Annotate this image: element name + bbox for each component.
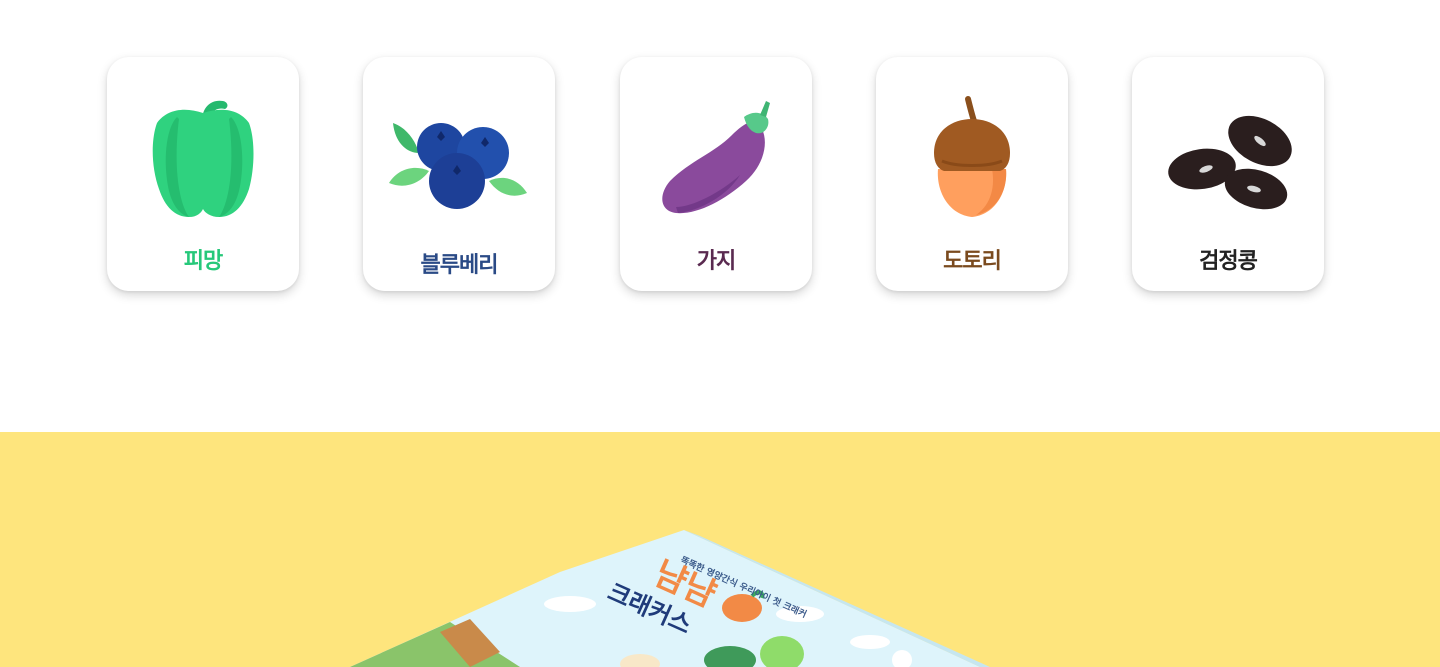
- ingredient-card-black-bean: 검정콩: [1132, 57, 1324, 291]
- ingredient-label: 가지: [696, 249, 736, 274]
- product-banner: 똑똑한 영양간식 우리아이 첫 크래커 냠냠 크래커스: [0, 432, 1440, 667]
- ingredient-cards: 피망 블루베리 가지 도토리 검정콩: [0, 57, 1440, 291]
- ingredient-card-eggplant: 가지: [620, 57, 812, 291]
- ingredient-label: 검정콩: [1199, 249, 1258, 274]
- ingredient-card-pepper: 피망: [107, 57, 299, 291]
- ingredient-card-blueberry: 블루베리: [363, 57, 555, 291]
- product-box-illustration: 똑똑한 영양간식 우리아이 첫 크래커 냠냠 크래커스: [350, 530, 990, 667]
- ingredient-card-acorn: 도토리: [876, 57, 1068, 291]
- ingredient-label: 피망: [183, 249, 223, 274]
- ingredient-label: 도토리: [943, 249, 1002, 274]
- ingredient-label: 블루베리: [420, 253, 499, 278]
